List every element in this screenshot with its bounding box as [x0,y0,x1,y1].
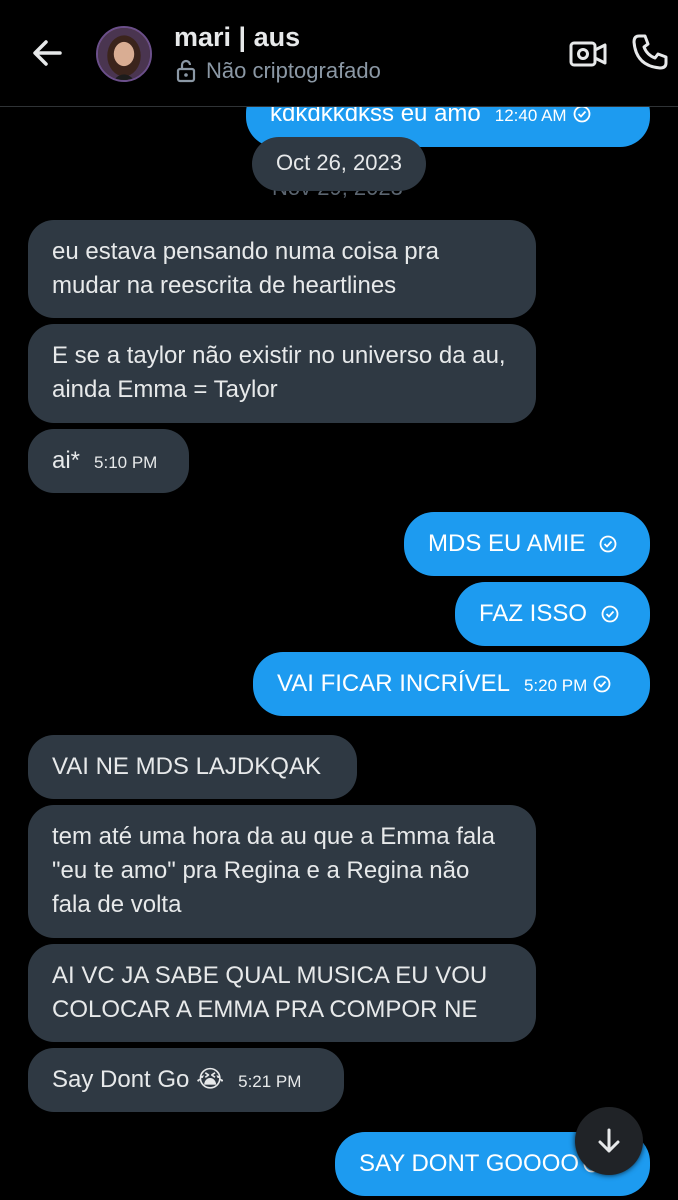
message-time: 5:10 PM [94,453,158,472]
message-text: SAY DONT GOOOO [359,1150,580,1177]
message-time: 5:21 PM [238,1072,302,1091]
video-call-button[interactable] [568,34,608,74]
message-text: VAI FICAR INCRÍVEL [277,670,510,697]
message-text: FAZ ISSO [479,600,588,627]
message-text: Say Dont Go 😭 [52,1066,225,1093]
encryption-status-text: Não criptografado [206,58,381,83]
scroll-to-bottom-button[interactable] [575,1107,643,1175]
encryption-status: Não criptografado [176,58,381,84]
check-circle-icon [599,535,617,553]
message-time: 5:20 PM [523,676,588,695]
chat-header: mari | aus Não criptografado [0,0,678,107]
check-circle-icon [593,675,611,693]
message-received[interactable]: ai* 5:10 PM [28,429,189,493]
message-text: kdkdkkdkss eu amo [270,107,481,127]
message-received[interactable]: Say Dont Go 😭 5:21 PM [28,1048,344,1112]
contact-name[interactable]: mari | aus [174,22,300,53]
check-circle-icon [601,605,619,623]
message-text: AI VC JA SABE QUAL MUSICA EU VOU COLOCAR… [52,962,488,1023]
message-text: tem até uma hora da au que a Emma fala "… [52,823,495,918]
message-time: 12:40 AM [494,107,567,125]
message-received[interactable]: eu estava pensando numa coisa pra mudar … [28,220,536,318]
avatar-image [98,28,150,80]
arrow-down-icon [598,1128,620,1153]
message-received[interactable]: VAI NE MDS LAJDKQAK [28,735,357,799]
message-sent[interactable]: MDS EU AMIE [404,512,650,576]
message-received[interactable]: tem até uma hora da au que a Emma fala "… [28,805,536,938]
message-received[interactable]: AI VC JA SABE QUAL MUSICA EU VOU COLOCAR… [28,944,536,1042]
message-text: VAI NE MDS LAJDKQAK [52,753,321,780]
message-received[interactable]: E se a taylor não existir no universo da… [28,324,536,423]
message-text: eu estava pensando numa coisa pra mudar … [52,238,439,299]
video-camera-icon [569,41,607,67]
avatar[interactable] [96,26,152,82]
phone-icon [632,34,668,70]
message-text: ai* [52,447,81,474]
message-sent[interactable]: VAI FICAR INCRÍVEL 5:20 PM [253,652,650,716]
message-text: E se a taylor não existir no universo da… [52,342,506,403]
unlock-icon [176,59,196,83]
back-button[interactable] [26,30,72,76]
message-list[interactable]: kdkdkkdkss eu amo12:40 AM Oct 26, 2023 N… [0,107,678,1200]
message-sent[interactable]: FAZ ISSO [455,582,650,646]
check-circle-icon [573,107,590,123]
message-text: MDS EU AMIE [428,530,586,557]
voice-call-button[interactable] [630,32,670,72]
date-separator: Oct 26, 2023 [252,137,426,191]
arrow-left-icon [33,40,62,66]
